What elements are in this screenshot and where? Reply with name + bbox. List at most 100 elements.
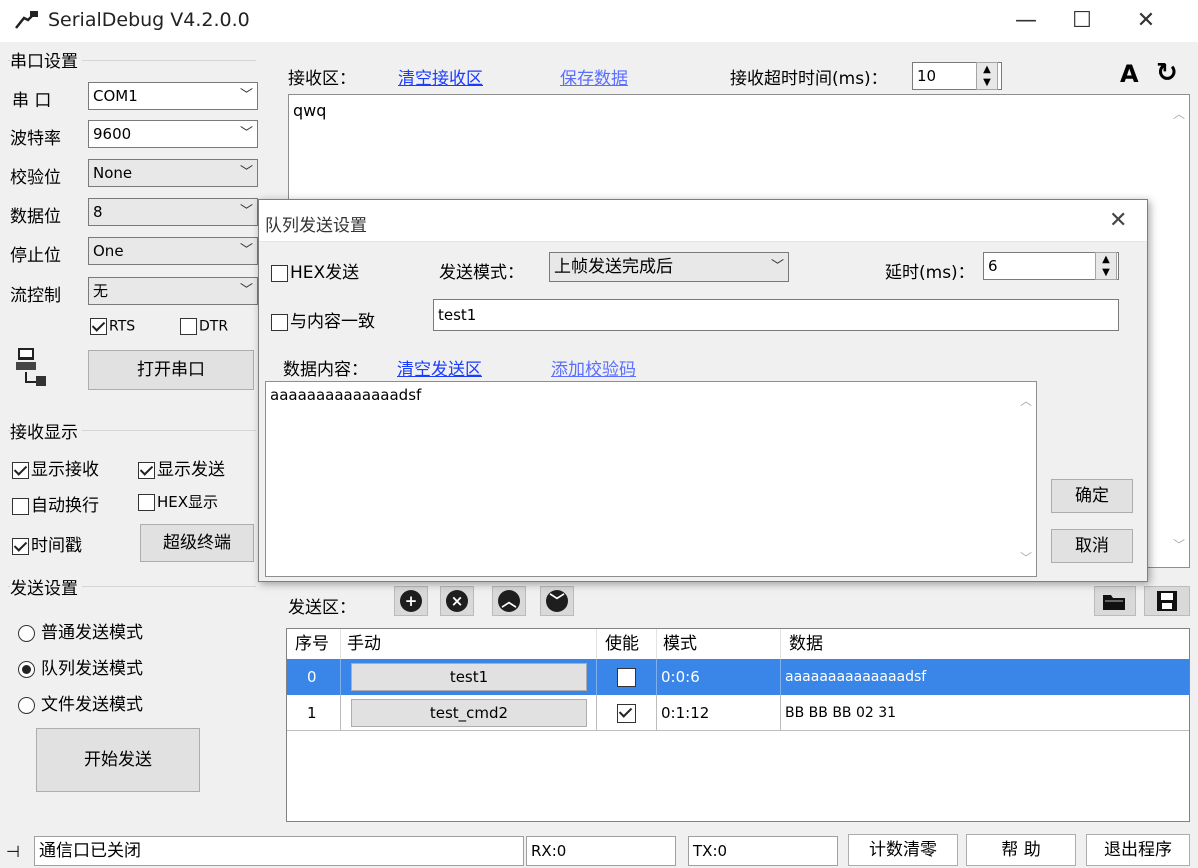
row-send-button[interactable]: test_cmd2 xyxy=(351,699,587,727)
send-mode-select[interactable]: 上帧发送完成后 ﹀ xyxy=(549,252,789,282)
serial-port-icon xyxy=(14,346,48,388)
checkbox-icon xyxy=(271,264,288,282)
window-title: SerialDebug V4.2.0.0 xyxy=(48,9,250,31)
scroll-down-icon[interactable]: ﹀ xyxy=(1020,549,1032,566)
row-index: 0 xyxy=(287,659,341,695)
app-icon xyxy=(14,10,40,30)
baud-value: 9600 xyxy=(93,125,132,143)
move-down-button[interactable]: ﹀ xyxy=(540,586,574,616)
dtr-label: DTR xyxy=(199,318,229,335)
help-button[interactable]: 帮 助 xyxy=(966,834,1076,866)
table-row[interactable]: 0 test1 0:0:6 aaaaaaaaaaaaaadsf xyxy=(287,659,1189,695)
radio-icon xyxy=(18,624,35,642)
delay-label: 延时(ms)： xyxy=(885,263,975,283)
queue-send-dialog: 队列发送设置 ✕ HEX发送 发送模式： 上帧发送完成后 ﹀ 延时(ms)： 6 … xyxy=(258,199,1148,582)
scroll-up-icon[interactable]: ︿ xyxy=(1173,105,1185,122)
receive-area-label: 接收区： xyxy=(288,69,356,89)
normal-mode-radio[interactable]: 普通发送模式 xyxy=(18,618,143,643)
open-port-button[interactable]: 打开串口 xyxy=(88,350,254,390)
row-send-button[interactable]: test1 xyxy=(351,663,587,691)
chevron-down-icon: ﹀ xyxy=(239,126,253,141)
send-area-label: 发送区： xyxy=(288,598,356,618)
add-checksum-link[interactable]: 添加校验码 xyxy=(551,355,636,380)
checkbox-icon xyxy=(12,497,29,515)
move-up-button[interactable]: ︿ xyxy=(492,586,526,616)
pin-icon: ⊣ xyxy=(6,842,20,861)
send-table: 序号 手动 使能 模式 数据 0 test1 0:0:6 aaaaaaaaaaa… xyxy=(286,628,1190,822)
hex-display-checkbox[interactable]: HEX显示 xyxy=(138,491,218,512)
hex-send-checkbox[interactable]: HEX发送 xyxy=(271,258,359,283)
stopbits-select[interactable]: One ﹀ xyxy=(88,237,258,265)
delete-row-button[interactable]: × xyxy=(440,586,474,616)
show-send-checkbox[interactable]: 显示发送 xyxy=(138,455,225,480)
save-button[interactable] xyxy=(1144,586,1190,616)
data-content-textarea[interactable]: aaaaaaaaaaaaaadsf ︿ ﹀ xyxy=(265,381,1037,577)
minimize-button[interactable]: — xyxy=(1006,6,1046,36)
chevron-down-icon: ﹀ xyxy=(239,243,253,258)
spin-down-icon: ▼ xyxy=(983,77,991,88)
timestamp-checkbox[interactable]: 时间戳 xyxy=(12,531,82,556)
enable-checkbox[interactable] xyxy=(617,668,636,687)
reset-count-button[interactable]: 计数清零 xyxy=(848,834,958,866)
dialog-title: 队列发送设置 xyxy=(265,216,367,236)
row-data: aaaaaaaaaaaaaadsf xyxy=(785,669,927,685)
chevron-down-icon: ﹀ xyxy=(546,590,568,612)
start-send-button[interactable]: 开始发送 xyxy=(36,728,200,792)
checkbox-icon xyxy=(138,493,155,511)
cancel-button[interactable]: 取消 xyxy=(1051,529,1133,563)
font-size-icon[interactable]: A xyxy=(1120,60,1139,88)
port-label: 串 口 xyxy=(12,91,52,111)
radio-icon xyxy=(18,660,35,678)
open-folder-button[interactable] xyxy=(1094,586,1136,616)
flow-select[interactable]: 无 ﹀ xyxy=(88,277,258,305)
scroll-up-icon[interactable]: ︿ xyxy=(1020,392,1032,409)
parity-select[interactable]: None ﹀ xyxy=(88,159,258,187)
close-button[interactable]: ✕ xyxy=(1126,6,1166,36)
row-manual-cell: test_cmd2 xyxy=(341,695,597,731)
file-mode-radio[interactable]: 文件发送模式 xyxy=(18,690,143,715)
checkbox-icon xyxy=(12,537,29,555)
row-enable-cell xyxy=(597,659,657,695)
name-value: test1 xyxy=(438,306,477,324)
scroll-down-icon[interactable]: ﹀ xyxy=(1173,536,1185,553)
auto-wrap-checkbox[interactable]: 自动换行 xyxy=(12,491,99,516)
status-text: 通信口已关闭 xyxy=(34,836,524,866)
row-data: BB BB BB 02 31 xyxy=(785,705,897,721)
table-row[interactable]: 1 test_cmd2 0:1:12 BB BB BB 02 31 xyxy=(287,695,1189,731)
name-input[interactable]: test1 xyxy=(433,299,1119,331)
enable-checkbox[interactable] xyxy=(617,704,636,723)
send-mode-label: 发送模式： xyxy=(439,263,524,283)
spin-up-icon: ▲ xyxy=(1102,254,1110,265)
save-data-link[interactable]: 保存数据 xyxy=(560,64,628,89)
chevron-down-icon: ﹀ xyxy=(239,204,253,219)
baud-select[interactable]: 9600 ﹀ xyxy=(88,120,258,148)
show-recv-checkbox[interactable]: 显示接收 xyxy=(12,455,99,480)
clear-send-link[interactable]: 清空发送区 xyxy=(397,355,482,380)
timeout-value: 10 xyxy=(917,67,937,85)
same-content-checkbox[interactable]: 与内容一致 xyxy=(271,307,375,332)
databits-select[interactable]: 8 ﹀ xyxy=(88,198,258,226)
show-recv-label: 显示接收 xyxy=(31,460,99,480)
title-bar: SerialDebug V4.2.0.0 — ☐ ✕ xyxy=(0,0,1198,42)
rts-label: RTS xyxy=(109,318,136,335)
delay-spinner[interactable]: ▲ ▼ xyxy=(1095,252,1117,280)
checkbox-icon xyxy=(180,318,197,335)
col-header-manual: 手动 xyxy=(341,629,597,659)
clear-receive-link[interactable]: 清空接收区 xyxy=(398,64,483,89)
port-value: COM1 xyxy=(93,87,138,105)
super-terminal-button[interactable]: 超级终端 xyxy=(140,524,254,562)
timeout-spinner[interactable]: ▲ ▼ xyxy=(976,62,998,90)
add-row-button[interactable]: + xyxy=(394,586,428,616)
refresh-icon[interactable]: ↻ xyxy=(1156,58,1178,88)
dialog-close-icon[interactable]: ✕ xyxy=(1109,208,1127,233)
port-select[interactable]: COM1 ﹀ xyxy=(88,82,258,110)
maximize-button[interactable]: ☐ xyxy=(1062,6,1102,36)
dialog-title-bar: 队列发送设置 ✕ xyxy=(259,200,1147,242)
chevron-down-icon: ﹀ xyxy=(239,88,253,103)
databits-label: 数据位 xyxy=(10,207,61,227)
ok-button[interactable]: 确定 xyxy=(1051,479,1133,513)
queue-mode-radio[interactable]: 队列发送模式 xyxy=(18,654,143,679)
exit-button[interactable]: 退出程序 xyxy=(1086,834,1190,866)
dtr-checkbox[interactable]: DTR xyxy=(180,318,228,335)
rts-checkbox[interactable]: RTS xyxy=(90,318,135,335)
